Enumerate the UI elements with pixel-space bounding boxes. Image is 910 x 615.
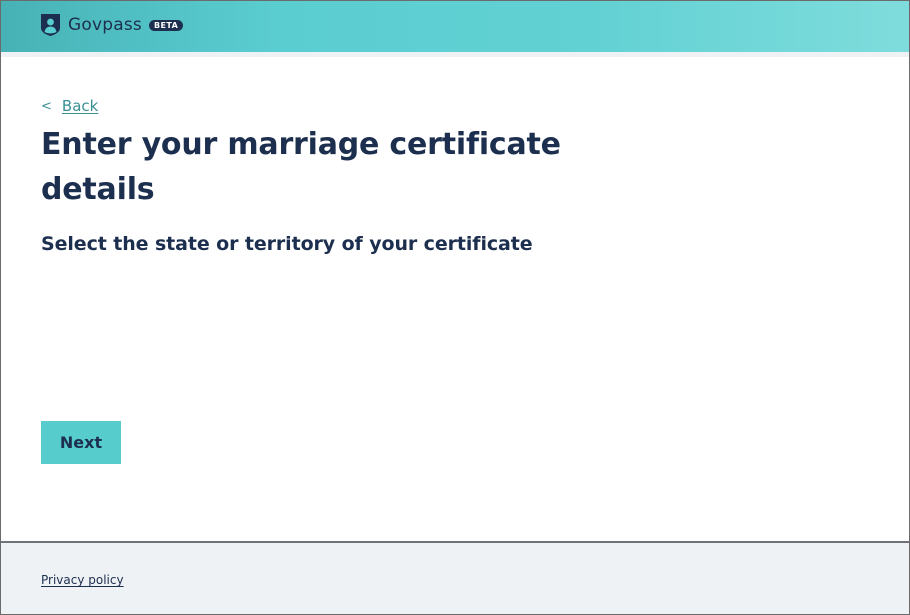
chevron-left-icon: < <box>41 98 52 114</box>
back-link[interactable]: < Back <box>41 97 98 115</box>
site-footer: Privacy policy <box>1 541 909 614</box>
header-divider <box>1 52 909 57</box>
browser-frame: Govpass BETA < Back Enter your marriage … <box>0 0 910 615</box>
beta-badge: BETA <box>148 19 184 31</box>
back-link-label: Back <box>61 97 99 115</box>
site-header: Govpass BETA <box>1 1 909 52</box>
privacy-policy-link[interactable]: Privacy policy <box>41 573 124 587</box>
next-button[interactable]: Next <box>41 421 121 464</box>
page-title: Enter your marriage certificate details <box>41 127 561 207</box>
brand-logo[interactable]: Govpass BETA <box>40 13 184 37</box>
question-label: Select the state or territory of your ce… <box>41 233 533 255</box>
shield-person-icon <box>41 14 60 36</box>
brand-name: Govpass <box>68 15 142 35</box>
